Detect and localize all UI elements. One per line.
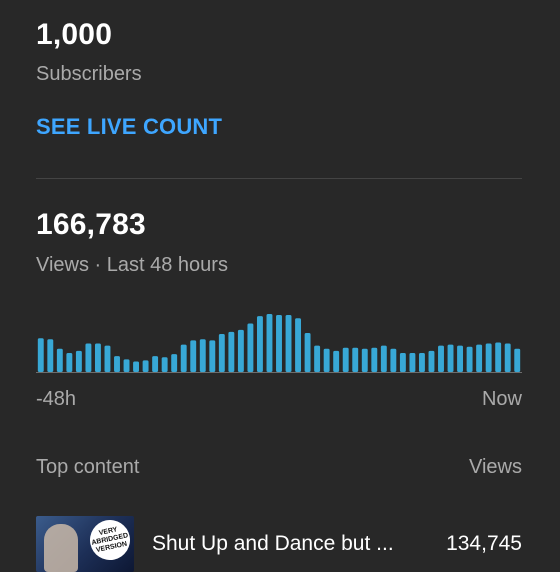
chart-bar[interactable] xyxy=(152,356,159,372)
chart-bar[interactable] xyxy=(295,318,302,372)
chart-bar[interactable] xyxy=(399,353,406,372)
top-content-row[interactable]: VERY ABRIDGED VERSION Shut Up and Dance … xyxy=(0,510,560,572)
chart-bar[interactable] xyxy=(514,348,521,372)
chart-bar[interactable] xyxy=(285,315,292,372)
chart-bar[interactable] xyxy=(104,345,111,372)
chart-bar[interactable] xyxy=(94,343,101,372)
chart-bar[interactable] xyxy=(466,346,473,372)
chart-x-end-label: Now xyxy=(481,388,522,410)
chart-bar[interactable] xyxy=(142,360,149,372)
views-bar-chart[interactable] xyxy=(36,310,522,374)
chart-bar[interactable] xyxy=(218,334,225,372)
chart-bar[interactable] xyxy=(276,315,282,372)
chart-bar[interactable] xyxy=(352,347,359,372)
chart-bar[interactable] xyxy=(323,348,330,372)
chart-bar[interactable] xyxy=(237,329,244,372)
chart-bar[interactable] xyxy=(161,357,168,372)
chart-bar[interactable] xyxy=(171,354,178,372)
chart-bar[interactable] xyxy=(409,353,416,372)
chart-bar[interactable] xyxy=(37,338,44,372)
thumbnail-person-image xyxy=(44,524,78,572)
chart-bar[interactable] xyxy=(56,348,63,372)
chart-bar[interactable] xyxy=(66,353,73,372)
chart-bar[interactable] xyxy=(247,323,254,372)
chart-bar[interactable] xyxy=(485,343,492,372)
chart-bar[interactable] xyxy=(114,356,120,372)
chart-bar[interactable] xyxy=(380,345,387,372)
chart-bar[interactable] xyxy=(438,345,444,372)
chart-bar[interactable] xyxy=(266,314,273,372)
chart-bar[interactable] xyxy=(133,361,140,372)
chart-bar[interactable] xyxy=(476,344,483,372)
chart-bar[interactable] xyxy=(209,340,216,372)
chart-bar[interactable] xyxy=(304,332,311,372)
realtime-analytics-card: 1,000 Subscribers SEE LIVE COUNT 166,783… xyxy=(0,0,560,572)
chart-bar[interactable] xyxy=(342,347,349,372)
chart-bar[interactable] xyxy=(123,359,130,372)
chart-bar[interactable] xyxy=(228,331,235,372)
chart-bar[interactable] xyxy=(180,344,187,372)
chart-bar[interactable] xyxy=(190,340,197,372)
subscriber-count: 1,000 xyxy=(36,18,113,51)
chart-bar[interactable] xyxy=(314,345,321,372)
subscriber-label: Subscribers xyxy=(36,63,142,85)
chart-bar[interactable] xyxy=(447,344,454,372)
chart-bar[interactable] xyxy=(333,350,340,372)
video-thumbnail[interactable]: VERY ABRIDGED VERSION xyxy=(36,516,134,572)
chart-bar[interactable] xyxy=(504,343,511,372)
thumbnail-badge: VERY ABRIDGED VERSION xyxy=(86,516,134,564)
chart-bar[interactable] xyxy=(75,350,82,372)
chart-bar[interactable] xyxy=(47,339,54,372)
chart-bar[interactable] xyxy=(390,348,397,372)
section-divider xyxy=(36,178,522,179)
chart-x-start-label: -48h xyxy=(36,388,77,410)
video-views: 134,745 xyxy=(446,532,522,555)
chart-bar[interactable] xyxy=(256,316,263,372)
chart-bar[interactable] xyxy=(199,339,206,372)
chart-bar[interactable] xyxy=(457,345,464,372)
chart-bar[interactable] xyxy=(85,343,92,372)
chart-bar[interactable] xyxy=(418,353,425,372)
chart-bar[interactable] xyxy=(428,350,435,372)
views-period-label: Views · Last 48 hours xyxy=(36,254,228,276)
chart-bar[interactable] xyxy=(371,347,378,372)
video-title[interactable]: Shut Up and Dance but ... xyxy=(152,532,394,556)
chart-bar[interactable] xyxy=(361,348,368,372)
top-content-views-heading: Views xyxy=(469,456,522,478)
views-count: 166,783 xyxy=(36,208,146,241)
see-live-count-link[interactable]: SEE LIVE COUNT xyxy=(36,114,222,140)
chart-bar[interactable] xyxy=(495,342,502,372)
top-content-heading: Top content xyxy=(36,456,140,478)
